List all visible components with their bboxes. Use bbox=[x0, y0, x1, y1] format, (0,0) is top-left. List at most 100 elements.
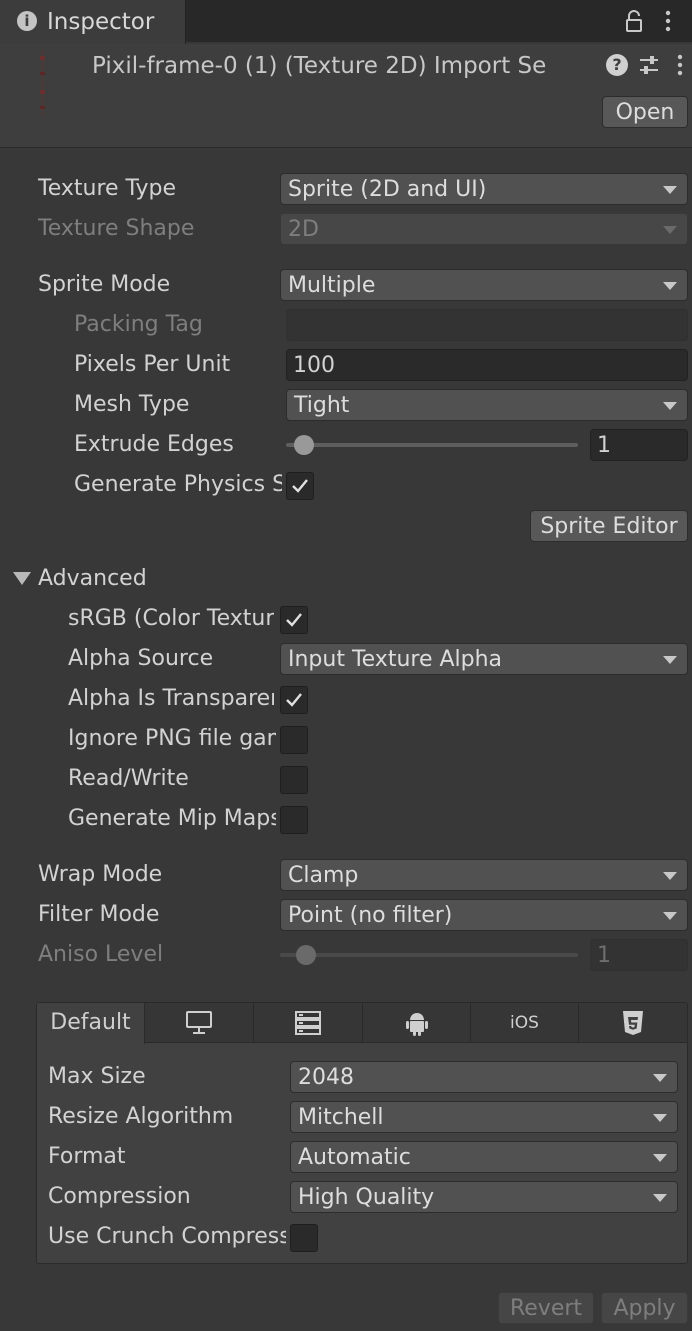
compression-label: Compression bbox=[48, 1184, 191, 1209]
mesh-type-label: Mesh Type bbox=[74, 392, 190, 417]
wrap-mode-dropdown[interactable]: Clamp bbox=[280, 859, 688, 891]
texture-type-dropdown[interactable]: Sprite (2D and UI) bbox=[280, 173, 688, 205]
wrap-mode-value: Clamp bbox=[288, 863, 359, 888]
chevron-down-icon bbox=[663, 656, 677, 664]
extrude-edges-field[interactable]: 1 bbox=[590, 429, 688, 461]
tab-ios[interactable]: iOS bbox=[471, 1003, 579, 1043]
revert-button: Revert bbox=[498, 1292, 594, 1324]
info-icon: i bbox=[17, 11, 37, 31]
foldout-triangle-icon[interactable] bbox=[13, 572, 31, 585]
chevron-down-icon bbox=[653, 1194, 667, 1202]
aniso-level-slider-thumb bbox=[296, 945, 316, 965]
chevron-down-icon bbox=[663, 186, 677, 194]
tab-android[interactable] bbox=[363, 1003, 471, 1043]
texture-shape-label: Texture Shape bbox=[38, 216, 195, 241]
format-dropdown[interactable]: Automatic bbox=[290, 1141, 678, 1173]
chevron-down-icon bbox=[663, 282, 677, 290]
inspector-tab-title: Inspector bbox=[47, 9, 155, 35]
alpha-source-value: Input Texture Alpha bbox=[288, 647, 503, 672]
checkmark-icon bbox=[286, 693, 302, 707]
settings-sliders-icon[interactable] bbox=[638, 53, 660, 77]
packing-tag-field bbox=[286, 309, 688, 341]
tab-ios-label: iOS bbox=[510, 1013, 539, 1033]
chevron-down-icon bbox=[653, 1074, 667, 1082]
mesh-type-dropdown[interactable]: Tight bbox=[286, 389, 688, 421]
apply-button: Apply bbox=[601, 1292, 688, 1324]
tab-default-label: Default bbox=[50, 1010, 131, 1035]
help-icon[interactable]: ? bbox=[606, 54, 628, 76]
tab-standalone[interactable] bbox=[145, 1003, 254, 1043]
generate-mip-maps-label: Generate Mip Maps bbox=[68, 806, 276, 831]
chevron-down-icon bbox=[653, 1114, 667, 1122]
texture-preview-thumbnail bbox=[36, 50, 50, 116]
pixels-per-unit-label: Pixels Per Unit bbox=[74, 352, 231, 377]
pixels-per-unit-value: 100 bbox=[293, 353, 335, 378]
more-vertical-icon-header[interactable] bbox=[671, 53, 689, 77]
pixels-per-unit-field[interactable]: 100 bbox=[286, 349, 688, 381]
read-write-label: Read/Write bbox=[68, 766, 189, 791]
extrude-edges-value: 1 bbox=[597, 433, 611, 458]
asset-title: Pixil-frame-0 (1) (Texture 2D) Import Se bbox=[92, 53, 547, 79]
texture-type-label: Texture Type bbox=[38, 176, 177, 201]
compression-dropdown[interactable]: High Quality bbox=[290, 1181, 678, 1213]
max-size-dropdown[interactable]: 2048 bbox=[290, 1061, 678, 1093]
chevron-down-icon bbox=[663, 872, 677, 880]
filter-mode-dropdown[interactable]: Point (no filter) bbox=[280, 899, 688, 931]
generate-mip-maps-checkbox[interactable] bbox=[280, 806, 308, 834]
open-button[interactable]: Open bbox=[602, 96, 688, 128]
aniso-level-label: Aniso Level bbox=[38, 942, 164, 967]
srgb-label: sRGB (Color Texture) bbox=[68, 606, 274, 631]
sprite-mode-value: Multiple bbox=[288, 273, 376, 298]
aniso-level-slider-track bbox=[280, 953, 578, 957]
read-write-checkbox[interactable] bbox=[280, 766, 308, 794]
srgb-checkbox[interactable] bbox=[280, 606, 308, 634]
alpha-is-transparency-label: Alpha Is Transparency bbox=[68, 686, 274, 711]
alpha-source-dropdown[interactable]: Input Texture Alpha bbox=[280, 643, 688, 675]
resize-algorithm-dropdown[interactable]: Mitchell bbox=[290, 1101, 678, 1133]
chevron-down-icon bbox=[663, 912, 677, 920]
use-crunch-compression-checkbox[interactable] bbox=[290, 1224, 318, 1252]
more-vertical-icon[interactable] bbox=[658, 9, 678, 33]
tab-webgl[interactable] bbox=[579, 1003, 687, 1043]
resize-algorithm-label: Resize Algorithm bbox=[48, 1104, 234, 1129]
lock-icon[interactable] bbox=[624, 9, 644, 33]
texture-type-value: Sprite (2D and UI) bbox=[288, 177, 487, 202]
extrude-edges-slider-thumb[interactable] bbox=[294, 435, 314, 455]
texture-shape-value: 2D bbox=[288, 217, 319, 242]
format-value: Automatic bbox=[298, 1145, 411, 1170]
html5-icon bbox=[623, 1011, 643, 1035]
compression-value: High Quality bbox=[298, 1185, 435, 1210]
chevron-down-icon bbox=[663, 226, 677, 234]
ignore-png-gamma-label: Ignore PNG file gamma bbox=[68, 726, 276, 751]
packing-tag-label: Packing Tag bbox=[74, 312, 203, 337]
filter-mode-label: Filter Mode bbox=[38, 902, 160, 927]
generate-physics-shape-checkbox[interactable] bbox=[286, 472, 314, 500]
mesh-type-value: Tight bbox=[294, 393, 350, 418]
alpha-source-label: Alpha Source bbox=[68, 646, 214, 671]
extrude-edges-label: Extrude Edges bbox=[74, 432, 234, 457]
chevron-down-icon bbox=[653, 1154, 667, 1162]
tab-server[interactable] bbox=[254, 1003, 363, 1043]
inspector-tab[interactable]: i Inspector bbox=[0, 0, 186, 44]
ignore-png-gamma-checkbox[interactable] bbox=[280, 726, 308, 754]
generate-physics-shape-label: Generate Physics Shape bbox=[74, 472, 282, 497]
sprite-mode-dropdown[interactable]: Multiple bbox=[280, 269, 688, 301]
alpha-is-transparency-checkbox[interactable] bbox=[280, 686, 308, 714]
checkmark-icon bbox=[286, 613, 302, 627]
sprite-editor-button[interactable]: Sprite Editor bbox=[530, 510, 688, 542]
aniso-level-value: 1 bbox=[597, 943, 611, 968]
server-icon bbox=[295, 1011, 321, 1035]
sprite-mode-label: Sprite Mode bbox=[38, 272, 171, 297]
max-size-value: 2048 bbox=[298, 1065, 354, 1090]
resize-algorithm-value: Mitchell bbox=[298, 1105, 384, 1130]
extrude-edges-slider-track[interactable] bbox=[286, 443, 578, 447]
format-label: Format bbox=[48, 1144, 126, 1169]
chevron-down-icon bbox=[663, 402, 677, 410]
aniso-level-field: 1 bbox=[590, 939, 688, 971]
tab-default[interactable]: Default bbox=[37, 1003, 145, 1044]
texture-shape-dropdown: 2D bbox=[280, 213, 688, 245]
filter-mode-value: Point (no filter) bbox=[288, 903, 453, 928]
advanced-foldout-label[interactable]: Advanced bbox=[38, 561, 238, 597]
use-crunch-compression-label: Use Crunch Compression bbox=[48, 1224, 286, 1249]
max-size-label: Max Size bbox=[48, 1064, 146, 1089]
